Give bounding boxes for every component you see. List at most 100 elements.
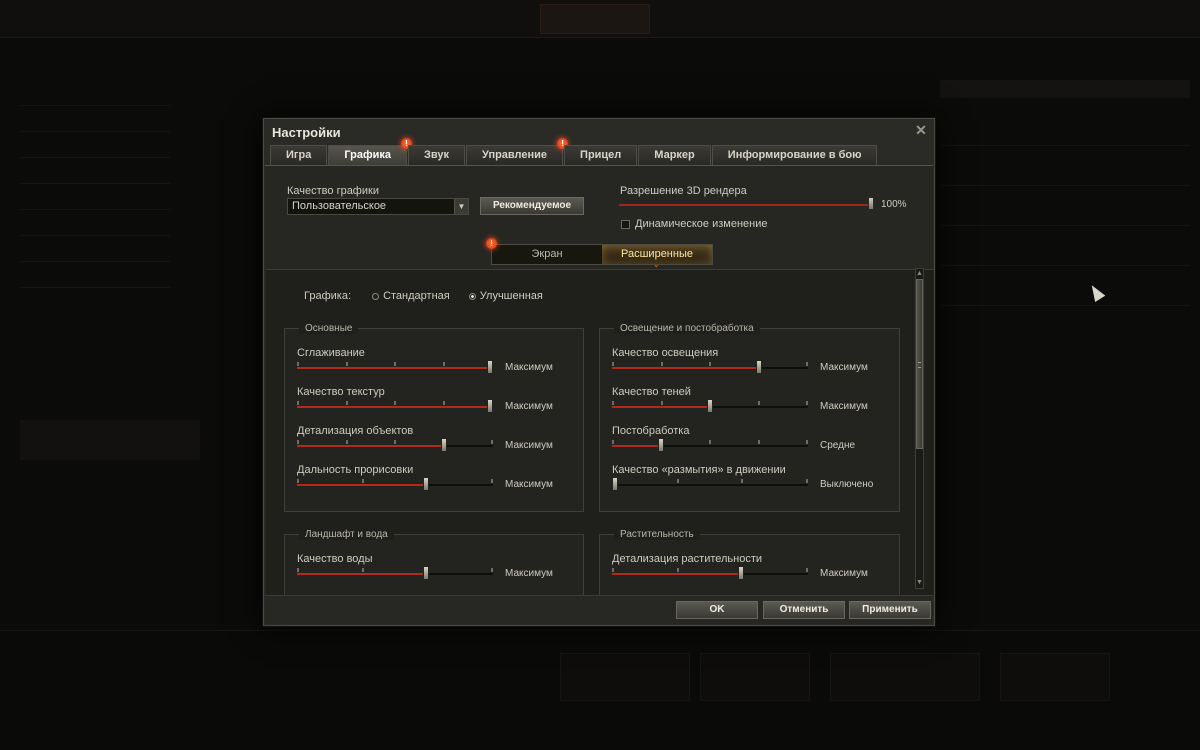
setting-row: Качество «размытия» в движении Выключено [612, 464, 892, 502]
tab-1[interactable]: Графика! [328, 138, 412, 165]
slider-knob[interactable] [487, 360, 493, 374]
quality-label: Качество графики [287, 185, 379, 197]
setting-slider[interactable] [297, 438, 493, 452]
slider-fill [612, 445, 661, 447]
tab-2[interactable]: Звук [408, 145, 466, 165]
cancel-button[interactable]: Отменить [763, 601, 845, 619]
tab-3[interactable]: Управление! [466, 138, 569, 165]
slider-tick [806, 440, 808, 444]
scroll-down-icon[interactable]: ▼ [916, 578, 923, 588]
slider-tick [806, 568, 808, 572]
setting-row: Детализация объектов Максимум [297, 425, 577, 463]
render-resolution-knob[interactable] [868, 197, 874, 210]
subtab-advanced-label: Расширенные [621, 248, 693, 260]
group-landscape: Ландшафт и вода Качество воды Максимум [284, 529, 584, 595]
setting-slider[interactable] [612, 477, 808, 491]
radio-improved[interactable] [468, 293, 476, 300]
slider-tick [806, 401, 808, 405]
apply-button[interactable]: Применить [849, 601, 931, 619]
slider-fill [612, 573, 742, 575]
graphics-mode-row: Графика: Стандартная Улучшенная [304, 290, 543, 302]
radio-standard-label[interactable]: Стандартная [383, 290, 450, 302]
group-basic: Основные Сглаживание Максимум Качество тек… [284, 323, 584, 512]
slider-knob[interactable] [612, 477, 618, 491]
slider-tick [612, 440, 614, 444]
background-left-panel [20, 80, 170, 420]
close-icon[interactable]: ✕ [914, 123, 928, 137]
setting-name: Сглаживание [297, 347, 365, 359]
advanced-settings-scroll[interactable]: Графика: Стандартная Улучшенная Основные… [266, 269, 934, 595]
setting-slider[interactable] [297, 566, 493, 580]
tab-label: Прицел [580, 149, 622, 161]
slider-fill [297, 573, 427, 575]
setting-slider[interactable] [612, 438, 808, 452]
setting-row: Постобработка Средне [612, 425, 892, 463]
setting-row: Качество освещения Максимум [612, 347, 892, 385]
slider-tick [660, 362, 663, 366]
render-resolution-value: 100% [881, 199, 907, 210]
ok-button[interactable]: OK [676, 601, 758, 619]
group-basic-title: Основные [299, 323, 359, 334]
tab-label: Информирование в бою [727, 149, 862, 161]
caret-down-icon: ⌄ [653, 260, 660, 269]
recommended-button[interactable]: Рекомендуемое [480, 197, 584, 215]
scrollbar-thumb[interactable] [916, 279, 923, 449]
tab-4[interactable]: Прицел [564, 145, 638, 165]
slider-tick [612, 401, 614, 405]
setting-name: Качество освещения [612, 347, 719, 359]
setting-name: Постобработка [612, 425, 690, 437]
tab-6[interactable]: Информирование в бою [711, 145, 878, 165]
tab-label: Графика [344, 149, 391, 161]
scrollbar[interactable]: ▲ ▼ [915, 268, 924, 589]
setting-row: Детализация растительности Максимум [612, 553, 892, 591]
slider-knob[interactable] [487, 399, 493, 413]
slider-tick [709, 440, 711, 444]
tab-5[interactable]: Маркер [638, 145, 711, 165]
setting-slider[interactable] [612, 360, 808, 374]
setting-row: Качество теней Максимум [612, 386, 892, 424]
chevron-down-icon[interactable]: ▼ [454, 199, 468, 214]
slider-tick [394, 440, 396, 444]
quality-dropdown[interactable]: Пользовательское ▼ [287, 198, 469, 215]
subtab-advanced[interactable]: Расширенные ⌄ [602, 245, 712, 269]
window-footer: OK Отменить Применить [265, 595, 933, 624]
slider-fill [297, 406, 493, 408]
scroll-up-icon[interactable]: ▲ [916, 269, 923, 279]
background-right-lower [940, 530, 1190, 590]
slider-tick [297, 362, 299, 366]
graphics-subtabs: Экран ! Расширенные ⌄ [486, 238, 713, 269]
badge-icon: ! [486, 238, 497, 249]
slider-knob[interactable] [441, 438, 447, 452]
setting-value: Максимум [505, 401, 553, 412]
slider-tick [442, 401, 445, 405]
setting-slider[interactable] [612, 566, 808, 580]
subtab-screen[interactable]: Экран ! [486, 238, 602, 264]
slider-tick [361, 568, 364, 572]
setting-slider[interactable] [297, 399, 493, 413]
setting-name: Качество теней [612, 386, 691, 398]
slider-knob[interactable] [738, 566, 745, 580]
slider-tick [297, 479, 299, 483]
radio-improved-label[interactable]: Улучшенная [480, 290, 543, 302]
slider-fill [297, 367, 493, 369]
slider-tick [345, 362, 348, 366]
tab-0[interactable]: Игра [270, 145, 328, 165]
slider-tick [442, 362, 445, 366]
setting-value: Выключено [820, 479, 874, 490]
slider-knob[interactable] [423, 566, 430, 580]
slider-tick [676, 568, 679, 572]
tab-label: Игра [286, 149, 312, 161]
slider-knob[interactable] [423, 477, 430, 491]
radio-standard[interactable] [372, 293, 380, 300]
setting-slider[interactable] [297, 477, 493, 491]
subtab-screen-label: Экран [531, 248, 563, 260]
setting-slider[interactable] [612, 399, 808, 413]
slider-knob[interactable] [658, 438, 664, 452]
slider-knob[interactable] [756, 360, 762, 374]
render-resolution-slider[interactable] [619, 204, 871, 206]
dynamic-resolution-checkbox[interactable] [621, 220, 630, 229]
background-topbar [0, 0, 1200, 38]
setting-slider[interactable] [297, 360, 493, 374]
setting-row: Сглаживание Максимум [297, 347, 577, 385]
slider-knob[interactable] [707, 399, 713, 413]
